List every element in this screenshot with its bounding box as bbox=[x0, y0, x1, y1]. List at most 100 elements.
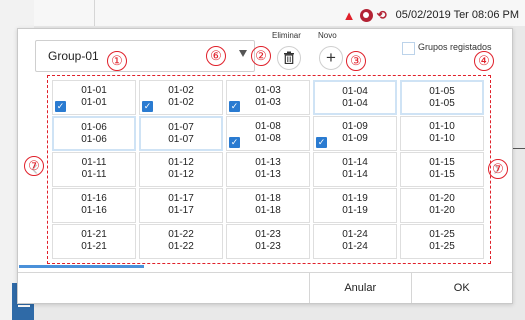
group-cell[interactable]: 01-18 01-18 bbox=[226, 188, 310, 223]
cell-label-bottom: 01-16 bbox=[81, 205, 107, 216]
group-grid: 01-01 01-01 ✓ 01-02 01-02 ✓ 01-03 01-03 ✓ 01-04 01… bbox=[52, 80, 484, 259]
annotation-7-right: ⑦ bbox=[488, 159, 508, 179]
cell-label-top: 01-25 bbox=[429, 229, 455, 240]
warning-icon[interactable]: ▲ bbox=[343, 9, 356, 22]
cell-label-bottom: 01-21 bbox=[81, 241, 107, 252]
cell-label-bottom: 01-12 bbox=[168, 169, 194, 180]
checkmark-icon[interactable]: ✓ bbox=[142, 101, 153, 112]
status-datetime: 05/02/2019 Ter 08:06 PM bbox=[395, 9, 519, 21]
cell-label-top: 01-01 bbox=[81, 85, 107, 96]
footer-spacer bbox=[18, 273, 310, 303]
cell-label-bottom: 01-19 bbox=[342, 205, 368, 216]
group-cell[interactable]: 01-12 01-12 bbox=[139, 152, 223, 187]
annotation-2: ② bbox=[251, 46, 271, 66]
group-cell[interactable]: 01-22 01-22 bbox=[139, 224, 223, 259]
group-cell[interactable]: 01-19 01-19 bbox=[313, 188, 397, 223]
cell-label-top: 01-24 bbox=[342, 229, 368, 240]
group-cell[interactable]: 01-01 01-01 ✓ bbox=[52, 80, 136, 115]
group-cell[interactable]: 01-10 01-10 bbox=[400, 116, 484, 151]
cell-label-bottom: 01-05 bbox=[429, 98, 455, 109]
cell-label-bottom: 01-18 bbox=[255, 205, 281, 216]
cell-label-top: 01-02 bbox=[168, 85, 194, 96]
checkmark-icon[interactable]: ✓ bbox=[229, 137, 240, 148]
cell-label-top: 01-09 bbox=[342, 121, 368, 132]
callout-line bbox=[513, 148, 525, 149]
delete-label: Eliminar bbox=[272, 31, 301, 40]
plus-icon: + bbox=[326, 48, 336, 67]
group-cell[interactable]: 01-03 01-03 ✓ bbox=[226, 80, 310, 115]
cell-label-bottom: 01-25 bbox=[429, 241, 455, 252]
group-cell[interactable]: 01-02 01-02 ✓ bbox=[139, 80, 223, 115]
cell-label-top: 01-07 bbox=[168, 122, 194, 133]
cell-label-top: 01-06 bbox=[81, 122, 107, 133]
dropdown-arrow-icon[interactable] bbox=[239, 50, 247, 57]
group-cell[interactable]: 01-25 01-25 bbox=[400, 224, 484, 259]
annotation-4: ④ bbox=[474, 51, 494, 71]
cell-label-bottom: 01-11 bbox=[81, 169, 107, 180]
group-cell[interactable]: 01-08 01-08 ✓ bbox=[226, 116, 310, 151]
annotation-1: ① bbox=[107, 51, 127, 71]
cell-label-top: 01-16 bbox=[81, 193, 107, 204]
cell-label-top: 01-10 bbox=[429, 121, 455, 132]
group-cell[interactable]: 01-20 01-20 bbox=[400, 188, 484, 223]
cell-label-bottom: 01-20 bbox=[429, 205, 455, 216]
checkmark-icon[interactable]: ✓ bbox=[55, 101, 66, 112]
delete-button[interactable] bbox=[277, 46, 301, 70]
group-cell[interactable]: 01-06 01-06 bbox=[52, 116, 136, 151]
background-divider bbox=[94, 0, 95, 26]
group-cell[interactable]: 01-23 01-23 bbox=[226, 224, 310, 259]
cell-label-top: 01-15 bbox=[429, 157, 455, 168]
group-select-value: Group-01 bbox=[48, 49, 99, 63]
group-cell[interactable]: 01-14 01-14 bbox=[313, 152, 397, 187]
dialog-toolbar: Group-01 ① ⑥ ② Eliminar Novo + ③ Grupos … bbox=[18, 29, 512, 75]
ok-button[interactable]: OK bbox=[412, 273, 513, 303]
group-cell[interactable]: 01-16 01-16 bbox=[52, 188, 136, 223]
group-cell[interactable]: 01-04 01-04 bbox=[313, 80, 397, 115]
new-label: Novo bbox=[318, 31, 337, 40]
annotation-6: ⑥ bbox=[206, 46, 226, 66]
group-grid-frame: 01-01 01-01 ✓ 01-02 01-02 ✓ 01-03 01-03 ✓ 01-04 01… bbox=[47, 75, 491, 264]
cell-label-top: 01-14 bbox=[342, 157, 368, 168]
cell-label-top: 01-08 bbox=[255, 121, 281, 132]
cell-label-bottom: 01-07 bbox=[168, 134, 194, 145]
group-cell[interactable]: 01-07 01-07 bbox=[139, 116, 223, 151]
sync-icon[interactable]: ⟲ bbox=[377, 9, 390, 22]
add-button[interactable]: + bbox=[319, 46, 343, 70]
annotation-7-left: ⑦ bbox=[24, 156, 44, 176]
cell-label-top: 01-13 bbox=[255, 157, 281, 168]
cell-label-top: 01-19 bbox=[342, 193, 368, 204]
cell-label-top: 01-23 bbox=[255, 229, 281, 240]
registered-groups-checkbox[interactable] bbox=[402, 42, 415, 55]
group-cell[interactable]: 01-11 01-11 bbox=[52, 152, 136, 187]
cell-label-bottom: 01-14 bbox=[342, 169, 368, 180]
cell-label-bottom: 01-22 bbox=[168, 241, 194, 252]
page-progress-bar bbox=[19, 265, 144, 268]
cell-label-bottom: 01-06 bbox=[81, 134, 107, 145]
dialog-footer: Anular OK bbox=[18, 272, 512, 303]
cell-label-top: 01-12 bbox=[168, 157, 194, 168]
cell-label-bottom: 01-17 bbox=[168, 205, 194, 216]
cell-label-top: 01-21 bbox=[81, 229, 107, 240]
cell-label-bottom: 01-24 bbox=[342, 241, 368, 252]
group-cell[interactable]: 01-13 01-13 bbox=[226, 152, 310, 187]
group-cell[interactable]: 01-24 01-24 bbox=[313, 224, 397, 259]
network-icon[interactable] bbox=[359, 8, 373, 22]
status-bar: ▲ ⟲ 05/02/2019 Ter 08:06 PM bbox=[343, 7, 519, 23]
cell-label-top: 01-18 bbox=[255, 193, 281, 204]
group-cell[interactable]: 01-09 01-09 ✓ bbox=[313, 116, 397, 151]
checkmark-icon[interactable]: ✓ bbox=[229, 101, 240, 112]
group-dialog: Group-01 ① ⑥ ② Eliminar Novo + ③ Grupos … bbox=[17, 28, 513, 304]
cancel-button[interactable]: Anular bbox=[310, 273, 412, 303]
group-cell[interactable]: 01-21 01-21 bbox=[52, 224, 136, 259]
cell-label-top: 01-22 bbox=[168, 229, 194, 240]
cell-label-top: 01-04 bbox=[342, 86, 368, 97]
cell-label-top: 01-17 bbox=[168, 193, 194, 204]
group-cell[interactable]: 01-15 01-15 bbox=[400, 152, 484, 187]
checkmark-icon[interactable]: ✓ bbox=[316, 137, 327, 148]
group-cell[interactable]: 01-17 01-17 bbox=[139, 188, 223, 223]
trash-icon bbox=[284, 51, 294, 64]
cell-label-bottom: 01-04 bbox=[342, 98, 368, 109]
cell-label-top: 01-11 bbox=[81, 157, 107, 168]
cell-label-top: 01-20 bbox=[429, 193, 455, 204]
group-cell[interactable]: 01-05 01-05 bbox=[400, 80, 484, 115]
